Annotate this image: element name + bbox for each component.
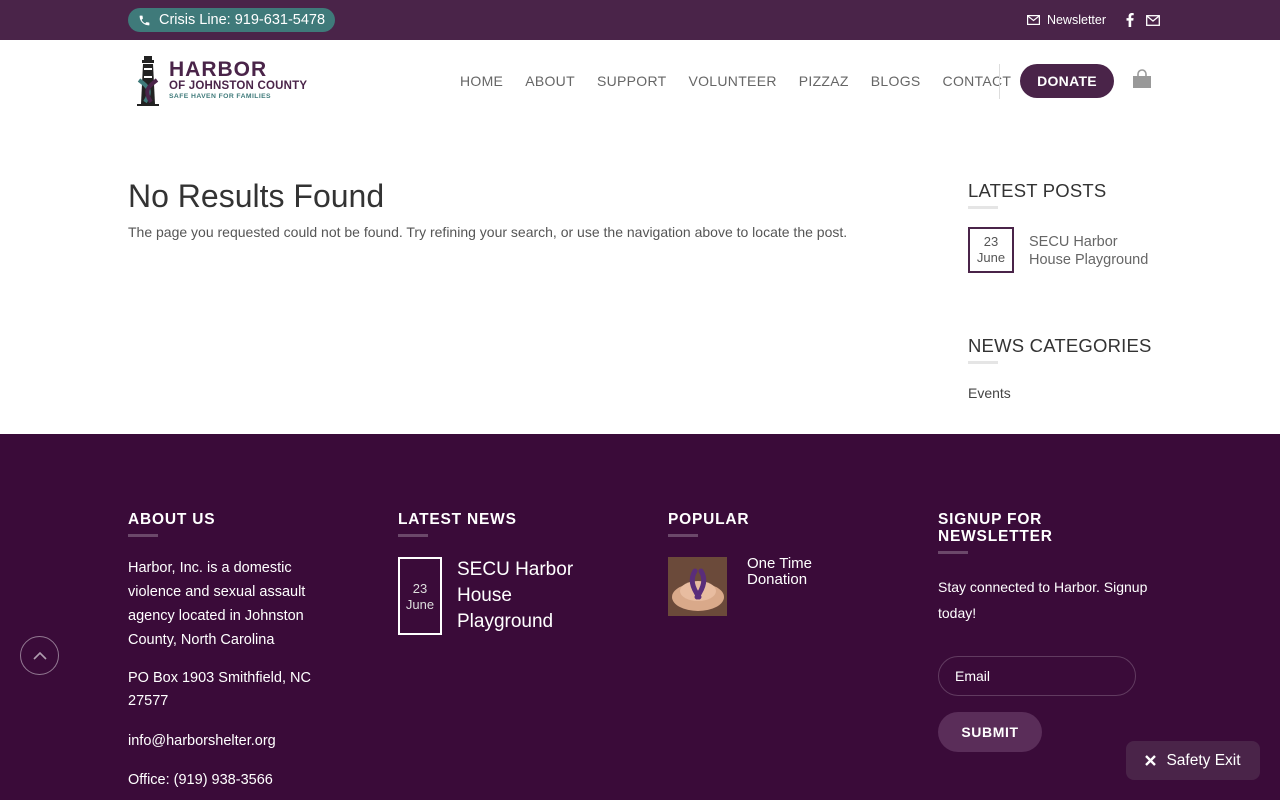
site-header: HARBOR OF JOHNSTON COUNTY SAFE HAVEN FOR… [0,40,1280,122]
footer-news-post-link[interactable]: SECU Harbor House Playground [457,557,597,635]
newsletter-submit-button[interactable]: SUBMIT [938,712,1042,752]
popular-item-thumbnail[interactable] [668,557,727,616]
latest-posts-heading: LATEST POSTS [968,180,1107,201]
footer-news-divider [398,534,428,537]
footer-email-link[interactable]: info@harborshelter.org [128,729,276,753]
sidebar-post-link[interactable]: SECU Harbor House Playground [1029,233,1159,269]
footer-about-heading: ABOUT US [128,511,216,528]
footer-news-heading: LATEST NEWS [398,511,517,528]
nav-contact[interactable]: CONTACT [943,73,1012,89]
donate-button[interactable]: DONATE [1020,64,1114,98]
post-date-badge: 23 June [968,227,1014,273]
nav-pizzaz[interactable]: PIZZAZ [799,73,849,89]
safety-exit-label: Safety Exit [1166,751,1241,769]
nav-blogs[interactable]: BLOGS [871,73,921,89]
footer-about-text: Harbor, Inc. is a domestic violence and … [128,560,306,648]
site-footer: ABOUT US Harbor, Inc. is a domestic viol… [0,434,1280,800]
no-results-message: The page you requested could not be foun… [128,224,848,240]
newsletter-label: Newsletter [1046,13,1106,27]
footer-signup-text: Stay connected to Harbor. Signup today! [938,579,1148,621]
lighthouse-ribbon-logo-icon [137,56,159,106]
footer-office-phone[interactable]: Office: (919) 938-3566 [128,768,273,792]
nav-about[interactable]: ABOUT [525,73,575,89]
main-nav: HOME ABOUT SUPPORT VOLUNTEER PIZZAZ BLOG… [460,73,1033,89]
footer-post-date-month: June [405,597,435,612]
hands-ribbon-image [668,557,727,616]
footer-signup-heading: SIGNUP FOR NEWSLETTER [938,511,1053,545]
logo-subtitle: OF JOHNSTON COUNTY [169,80,308,92]
envelope-icon [1026,15,1040,25]
top-bar: Crisis Line: 919-631-5478 Newsletter [0,0,1280,40]
shopping-bag-icon[interactable] [1132,69,1152,89]
newsletter-link[interactable]: Newsletter [1026,13,1106,27]
post-date-day: 23 [983,234,999,249]
footer-post-date-badge: 23 June [398,557,442,635]
category-link-events[interactable]: Events [968,385,1011,401]
footer-address: PO Box 1903 Smithfield, NC 27577 [128,670,311,709]
footer-about-divider [128,534,158,537]
chevron-up-icon [32,651,47,660]
footer-popular-heading: POPULAR [668,511,750,528]
popular-item-link[interactable]: One Time Donation [747,556,837,588]
post-date-month: June [976,250,1006,265]
nav-divider [999,64,1000,99]
crisis-line-badge[interactable]: Crisis Line: 919-631-5478 [128,8,336,32]
page-title: No Results Found [128,178,385,214]
close-icon [1145,755,1157,766]
phone-icon [139,15,150,25]
footer-popular-divider [668,534,698,537]
back-to-top-button[interactable] [20,636,59,675]
nav-volunteer[interactable]: VOLUNTEER [688,73,776,89]
logo-tagline: SAFE HAVEN FOR FAMILIES [169,93,271,100]
footer-post-date-day: 23 [412,581,428,596]
safety-exit-button[interactable]: Safety Exit [1126,741,1260,780]
latest-posts-divider [968,206,998,209]
news-categories-heading: NEWS CATEGORIES [968,335,1152,356]
crisis-line-text: Crisis Line: 919-631-5478 [159,12,326,28]
logo-title: HARBOR [169,58,268,81]
facebook-icon[interactable] [1126,13,1134,27]
news-categories-divider [968,361,998,364]
nav-support[interactable]: SUPPORT [597,73,667,89]
nav-home[interactable]: HOME [460,73,503,89]
footer-signup-divider [938,551,968,554]
email-icon[interactable] [1146,14,1160,26]
newsletter-email-input[interactable] [938,656,1136,696]
site-logo[interactable]: HARBOR OF JOHNSTON COUNTY SAFE HAVEN FOR… [133,54,308,110]
top-bar-links: Newsletter [1026,0,1160,40]
